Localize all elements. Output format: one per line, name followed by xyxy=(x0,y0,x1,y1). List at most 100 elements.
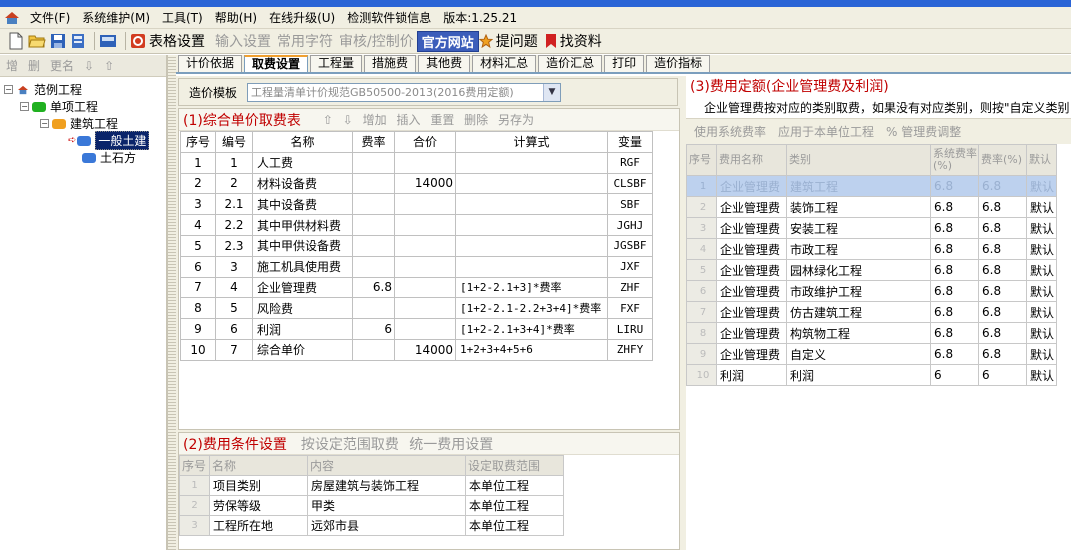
panel-splitter[interactable] xyxy=(168,55,176,550)
column-header[interactable]: 类别 xyxy=(786,144,931,176)
table-row[interactable]: 10 7 综合单价 14000 1+2+3+4+5+6 ZHFY xyxy=(180,338,653,361)
table-cell[interactable] xyxy=(394,193,456,216)
table-cell[interactable]: 6 xyxy=(352,318,395,340)
table-settings-button[interactable]: 表格设置 xyxy=(130,30,208,52)
tree-delete-button[interactable]: 删 xyxy=(28,57,40,74)
add-button[interactable]: 增加 xyxy=(363,113,387,127)
table-cell[interactable] xyxy=(455,214,608,236)
new-file-button[interactable] xyxy=(8,30,24,52)
table-cell[interactable]: 材料设备费 xyxy=(252,172,353,195)
table-cell[interactable]: 3 xyxy=(215,255,253,278)
table-cell[interactable]: 4 xyxy=(180,214,216,236)
table-cell[interactable]: 企业管理费 xyxy=(716,238,787,260)
table-cell[interactable]: 6.8 xyxy=(930,259,979,281)
table-cell[interactable]: 4 xyxy=(686,238,717,260)
table-cell[interactable]: 9 xyxy=(180,318,216,340)
range-fee-button[interactable]: 按设定范围取费 xyxy=(301,437,399,453)
table-cell[interactable]: [1+2-2.1-2.2+3+4]*费率 xyxy=(455,297,608,320)
save-button[interactable] xyxy=(50,30,66,52)
table-row[interactable]: 7 企业管理费 仿古建筑工程 6.8 6.8 默认 xyxy=(686,301,1057,323)
collapse-icon[interactable]: − xyxy=(20,102,29,111)
tab-fee-settings[interactable]: 取费设置 xyxy=(244,55,309,72)
table-row[interactable]: 10 利润 利润 6 6 默认 xyxy=(686,364,1057,386)
table-cell[interactable]: 风险费 xyxy=(252,297,353,320)
table-cell[interactable]: 利润 xyxy=(252,318,353,340)
table-cell[interactable]: 房屋建筑与装饰工程 xyxy=(307,475,466,496)
table-cell[interactable]: 6 xyxy=(686,280,717,302)
table-cell[interactable] xyxy=(394,234,456,257)
table-cell[interactable]: 6.8 xyxy=(930,280,979,302)
table-cell[interactable] xyxy=(394,297,456,320)
table-cell[interactable]: 企业管理费 xyxy=(252,276,353,299)
table-row[interactable]: 8 5 风险费 [1+2-2.1-2.2+3+4]*费率 FXF xyxy=(180,297,653,320)
tree-move-down-button[interactable]: ⇩ xyxy=(84,59,94,73)
column-header[interactable]: 系统费率(%) xyxy=(930,144,979,176)
tree-node-root[interactable]: − 范例工程 xyxy=(4,81,166,98)
column-header[interactable]: 编号 xyxy=(215,131,253,153)
table-cell[interactable]: ZHF xyxy=(607,276,653,299)
table-cell[interactable]: FXF xyxy=(607,297,653,320)
table-cell[interactable]: 企业管理费 xyxy=(716,217,787,239)
apply-to-unit-button[interactable]: 应用于本单位工程 xyxy=(778,123,874,140)
table-cell[interactable]: 2.3 xyxy=(215,234,253,257)
table-cell[interactable]: 6.8 xyxy=(978,280,1027,302)
table-cell[interactable]: [1+2-2.1+3]*费率 xyxy=(455,276,608,299)
table-cell[interactable] xyxy=(394,318,456,340)
table-cell[interactable] xyxy=(394,151,456,174)
table-cell[interactable]: 5 xyxy=(180,234,216,257)
table-cell[interactable]: RGF xyxy=(607,151,653,174)
column-header[interactable]: 计算式 xyxy=(455,131,608,153)
menu-upgrade[interactable]: 在线升级(U) xyxy=(263,7,341,29)
table-cell[interactable]: 1 xyxy=(215,151,253,174)
table-cell[interactable]: 项目类别 xyxy=(209,475,308,496)
table-cell[interactable]: 6.8 xyxy=(978,238,1027,260)
table-row[interactable]: 1 企业管理费 建筑工程 6.8 6.8 默认 xyxy=(686,175,1057,197)
table-cell[interactable]: CLSBF xyxy=(607,172,653,195)
table-cell[interactable]: 默认 xyxy=(1026,280,1057,302)
table-cell[interactable] xyxy=(455,172,608,195)
tree-node-earthwork[interactable]: 土石方 xyxy=(4,149,166,166)
tab-other-fees[interactable]: 其他费 xyxy=(418,55,471,72)
table-cell[interactable]: 14000 xyxy=(394,338,456,361)
column-header[interactable]: 名称 xyxy=(209,455,308,476)
tree-move-up-button[interactable]: ⇧ xyxy=(104,59,114,73)
table-cell[interactable]: 默认 xyxy=(1026,196,1057,218)
table-cell[interactable]: 6.8 xyxy=(978,322,1027,344)
table-cell[interactable]: 人工费 xyxy=(252,151,353,174)
table-cell[interactable]: 施工机具使用费 xyxy=(252,255,353,278)
table-cell[interactable] xyxy=(352,297,395,320)
table-row[interactable]: 7 4 企业管理费 6.8 [1+2-2.1+3]*费率 ZHF xyxy=(180,276,653,299)
chevron-down-icon[interactable]: ▼ xyxy=(543,83,561,101)
column-header[interactable]: 费用名称 xyxy=(716,144,787,176)
tree-node-general-civil[interactable]: ➪ 一般土建 xyxy=(4,131,166,150)
table-cell[interactable]: 7 xyxy=(215,338,253,361)
audit-control-button[interactable]: 审核/控制价 xyxy=(336,31,417,51)
table-cell[interactable] xyxy=(352,214,395,236)
column-header[interactable]: 费率(%) xyxy=(978,144,1027,176)
tree-add-button[interactable]: 增 xyxy=(6,57,18,74)
table-cell[interactable] xyxy=(352,151,395,174)
table-cell[interactable]: 安装工程 xyxy=(786,217,931,239)
table-cell[interactable]: 构筑物工程 xyxy=(786,322,931,344)
table-cell[interactable]: 5 xyxy=(215,297,253,320)
table-cell[interactable] xyxy=(394,214,456,236)
column-header[interactable]: 序号 xyxy=(180,131,216,153)
table-cell[interactable]: 6.8 xyxy=(930,175,979,197)
table-cell[interactable]: 企业管理费 xyxy=(716,301,787,323)
table-cell[interactable]: 默认 xyxy=(1026,259,1057,281)
collapse-icon[interactable]: − xyxy=(40,119,49,128)
move-down-button[interactable]: ⇩ xyxy=(343,113,353,127)
table-cell[interactable]: JGHJ xyxy=(607,214,653,236)
table-cell[interactable]: 默认 xyxy=(1026,364,1057,386)
table-cell[interactable]: [1+2-2.1+3+4]*费率 xyxy=(455,318,608,340)
column-header[interactable]: 设定取费范围 xyxy=(465,455,564,476)
column-header[interactable]: 变量 xyxy=(607,131,653,153)
table-cell[interactable]: 2 xyxy=(215,172,253,195)
table-cell[interactable]: 6.8 xyxy=(930,217,979,239)
table-cell[interactable]: 默认 xyxy=(1026,343,1057,365)
table-row[interactable]: 3 工程所在地 远郊市县 本单位工程 xyxy=(179,515,564,536)
table-cell[interactable] xyxy=(455,255,608,278)
table-cell[interactable]: 6.8 xyxy=(978,343,1027,365)
table-cell[interactable]: 14000 xyxy=(394,172,456,195)
table-cell[interactable]: 6 xyxy=(930,364,979,386)
